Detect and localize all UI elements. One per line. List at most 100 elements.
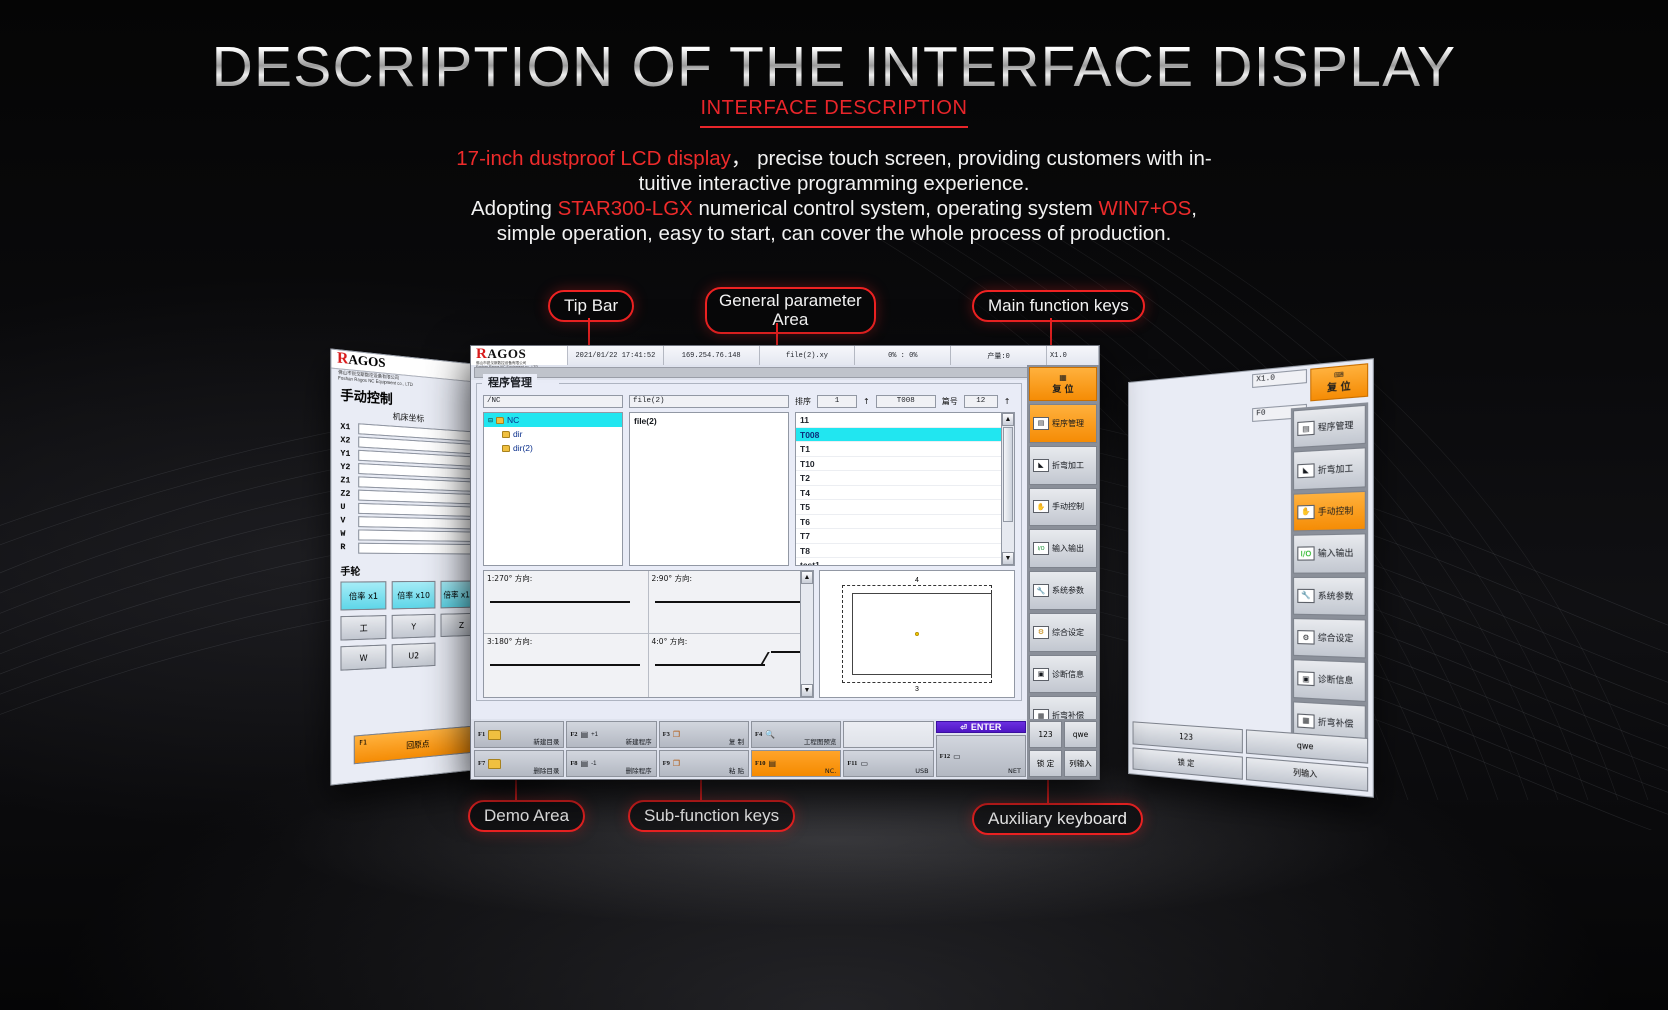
path-field[interactable]: /NC [483, 395, 623, 408]
fkey-f2-new-program[interactable]: F2 ▤ +1 新建程序 [566, 721, 657, 748]
part-label-top: 4 [915, 577, 919, 584]
demo-cell[interactable]: 2:90° 方向: [648, 571, 813, 634]
enter-key[interactable]: ⏎ ENTER [935, 721, 1026, 733]
scroll-up-icon[interactable]: ▲ [1002, 413, 1014, 426]
callout-demo-label: Demo Area [484, 806, 570, 825]
scroll-down-icon[interactable]: ▼ [801, 684, 813, 697]
demo-cell[interactable]: 4:0° 方向: [649, 634, 814, 697]
expand-icon[interactable]: ⊟ [488, 417, 493, 424]
axis-key-2[interactable]: Y [391, 613, 436, 639]
brand-name: RAGOS [476, 346, 527, 362]
lock-key[interactable]: 锁 定 [1029, 750, 1062, 777]
main-hmi-panel[interactable]: RAGOS 佛山市锐戈斯数控设备有限公司 Foshan Ragos NC Equ… [470, 345, 1100, 780]
fkey-f9-paste[interactable]: F9 ❐ 粘 贴 [658, 750, 749, 777]
callout-general-parameter-area: General parameter Area [705, 287, 876, 334]
fkey-f3-copy[interactable]: F3 ❐ 复 制 [658, 721, 749, 748]
index-label: 篇号 [941, 397, 958, 406]
numeric-keypad-key[interactable]: 123 [1029, 721, 1062, 748]
scrollbar-thumb[interactable] [1003, 427, 1013, 522]
scroll-down-icon[interactable]: ▼ [1002, 552, 1014, 565]
right-btn-manual-control[interactable]: ✋ 手动控制 [1293, 490, 1366, 532]
part-preview-view[interactable]: 4 3 [819, 570, 1015, 698]
list-item[interactable]: T4 [796, 486, 1001, 500]
list-item[interactable]: 11 [796, 413, 1001, 428]
file-list-scrollbar[interactable]: ▲ ▼ [1001, 413, 1014, 565]
mf-btn-bend-machining[interactable]: ◣ 折弯加工 [1029, 445, 1097, 485]
right-btn-general-settings[interactable]: ⚙ 综合设定 [1293, 617, 1366, 659]
reset-button[interactable]: ▦ 复 位 [1029, 367, 1097, 401]
list-item[interactable]: T10 [796, 457, 1001, 471]
file-preview-box[interactable]: file(2) [629, 412, 789, 566]
rate-x1-key[interactable]: 倍率 x1 [340, 581, 387, 611]
mf-btn-system-parameters[interactable]: 🔧 系统参数 [1029, 571, 1097, 610]
right-btn-diagnostic-info[interactable]: ▣ 诊断信息 [1293, 659, 1366, 702]
list-item[interactable]: T5 [796, 500, 1001, 515]
directory-tree[interactable]: ⊟ NC dir dir(2) [483, 412, 623, 566]
list-item[interactable]: T7 [796, 529, 1001, 544]
lock-key[interactable]: 锁 定 [1132, 746, 1243, 780]
file-list[interactable]: 11 T008 T1 T10 T2 T4 T5 T6 T7 T8 test1 ▲… [795, 412, 1015, 566]
list-item[interactable]: test1 [796, 558, 1001, 565]
qwerty-keypad-key[interactable]: qwe [1064, 721, 1097, 748]
right-btn-bend-machining[interactable]: ◣ 折弯加工 [1293, 447, 1366, 491]
list-item[interactable]: T6 [796, 515, 1001, 529]
mf-btn-io[interactable]: I/O 输入输出 [1029, 529, 1097, 569]
mf-btn-program-management[interactable]: ▤ 程序管理 [1029, 404, 1097, 443]
axis-key-4[interactable]: W [340, 644, 387, 671]
callout-auxiliary-keyboard: Auxiliary keyboard [972, 803, 1143, 835]
fkey-f7-delete-directory[interactable]: F7 删除目录 [474, 750, 565, 777]
list-item[interactable]: T2 [796, 471, 1001, 486]
fkey-f8-delete-program[interactable]: F8 ▤ -1 删除程序 [566, 750, 657, 777]
tree-item-dir2[interactable]: dir(2) [484, 441, 622, 455]
monitor-icon: ▣ [1297, 671, 1315, 687]
list-item[interactable]: T008 [796, 427, 1001, 442]
fkey-column: ⏎ ENTER F12 ▭ NET [935, 721, 1026, 777]
mf-btn-manual-control[interactable]: ✋ 手动控制 [1029, 487, 1097, 527]
mf-btn-diagnostic-info[interactable]: ▣ 诊断信息 [1029, 654, 1097, 694]
preview-filename: file(2) [634, 416, 657, 426]
tree-item-nc[interactable]: ⊟ NC [484, 413, 622, 427]
demo-scrollbar[interactable]: ▲ ▼ [800, 571, 813, 697]
fkey-f1-new-directory[interactable]: F1 新建目录 [474, 721, 565, 748]
program-management-group: 程序管理 /NC file(2) 排序 1 ↑ T008 篇号 12 ↑ ⊟ N… [476, 374, 1022, 701]
axis-key-1[interactable]: 工 [340, 614, 387, 641]
column-input-key[interactable]: 列输入 [1064, 750, 1097, 777]
demo-cell[interactable]: 1:270° 方向: [484, 571, 649, 634]
mf-btn-general-settings[interactable]: ⚙ 综合设定 [1029, 612, 1097, 652]
left-panel-home-key[interactable]: F1 回原点 [353, 725, 479, 765]
tip-bar: F0 [471, 365, 1099, 380]
sort-value-field[interactable]: 1 [817, 395, 857, 408]
scroll-up-icon[interactable]: ▲ [801, 571, 813, 584]
right-machine-panel[interactable]: X1.0 ⌨ 复 位 F0 ▤ 程序管理 ◣ 折弯加工 ✋ 手动控制 I/O 输入输出 🔧… [1128, 358, 1374, 798]
demo-cell[interactable]: 3:180° 方向: [484, 634, 649, 697]
right-panel-reset-button[interactable]: ⌨ 复 位 [1310, 363, 1369, 402]
right-btn-program-management[interactable]: ▤ 程序管理 [1293, 404, 1366, 449]
hand-icon: ✋ [1297, 504, 1315, 520]
right-btn-io[interactable]: I/O 输入输出 [1293, 533, 1366, 574]
fkey-f12-net[interactable]: F12 ▭ NET [935, 735, 1026, 777]
index-value-field[interactable]: 12 [963, 395, 998, 408]
fkey-f4-drawing-preview[interactable]: F4 🔍 工程图预览 [750, 721, 842, 748]
selected-file-field[interactable]: T008 [875, 395, 936, 408]
right-btn-system-parameters[interactable]: 🔧 系统参数 [1293, 576, 1366, 616]
copy-icon: ❐ [672, 730, 681, 739]
list-item[interactable]: T1 [796, 442, 1001, 457]
sort-up-arrow-icon[interactable]: ↑ [863, 397, 870, 406]
fkey-column: F1 新建目录 F7 删除目录 [474, 721, 565, 777]
rate-x10-key[interactable]: 倍率 x10 [391, 580, 436, 610]
status-bar: RAGOS 佛山市锐戈斯数控设备有限公司 Foshan Ragos NC Equ… [471, 346, 1099, 369]
list-item[interactable]: T8 [796, 544, 1001, 558]
keypad-icon: ▦ [1059, 373, 1067, 382]
index-up-arrow-icon[interactable]: ↑ [1004, 397, 1011, 406]
part-inner-outline [852, 593, 992, 675]
tree-item-dir[interactable]: dir [484, 427, 622, 441]
lists-row: ⊟ NC dir dir(2) file(2) 11 T008 T1 T10 T… [477, 408, 1021, 566]
axis-key-5[interactable]: U2 [391, 642, 436, 669]
fkey-f11-usb[interactable]: F11 ▭ USB [843, 750, 934, 777]
name-field[interactable]: file(2) [629, 395, 789, 408]
fkey-blank[interactable] [843, 721, 934, 748]
fkey-f10-nc[interactable]: F10 ▤ NC. [750, 750, 842, 777]
bend-icon: ◣ [1297, 462, 1315, 478]
callout-tip-bar-label: Tip Bar [564, 296, 619, 315]
demo-direction-grid[interactable]: 1:270° 方向: 2:90° 方向: 3:180° 方向: 4:0° 方向: [483, 570, 814, 698]
